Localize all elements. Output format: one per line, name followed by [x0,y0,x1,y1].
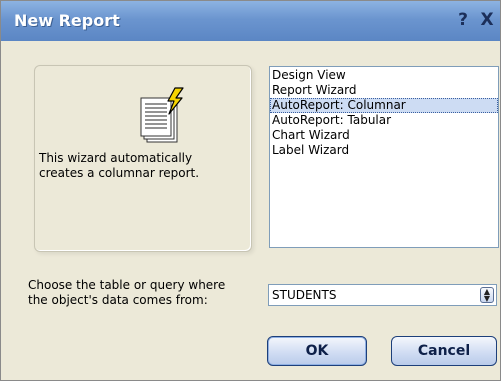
list-item-design-view[interactable]: Design View [270,68,498,83]
dialog-title: New Report [14,11,120,30]
cancel-button[interactable]: Cancel [391,336,497,366]
ok-button[interactable]: OK [267,336,367,366]
help-button[interactable]: ? [452,9,474,31]
report-wizard-icon [140,87,184,143]
description-line: This wizard automatically [39,151,193,165]
list-item-label-wizard[interactable]: Label Wizard [270,143,498,158]
source-table-select[interactable]: STUDENTS ▲ ▼ [268,284,497,306]
list-item-chart-wizard[interactable]: Chart Wizard [270,128,498,143]
description-line: creates a columnar report. [39,166,200,180]
list-item-autoreport-columnar[interactable]: AutoReport: Columnar [270,98,498,113]
prompt-line: the object's data comes from: [28,293,208,307]
close-button[interactable]: X [476,9,498,31]
prompt-line: Choose the table or query where [28,278,226,292]
new-report-dialog: New Report ? X This wizard automatically… [0,0,501,381]
title-bar[interactable]: New Report ? X [1,1,500,41]
source-prompt: Choose the table or query where the obje… [28,278,258,308]
list-item-report-wizard[interactable]: Report Wizard [270,83,498,98]
source-table-value: STUDENTS [272,288,337,302]
dropdown-arrow-icon[interactable]: ▲ ▼ [480,287,494,303]
wizard-list[interactable]: Design View Report Wizard AutoReport: Co… [269,66,499,248]
list-item-autoreport-tabular[interactable]: AutoReport: Tabular [270,113,498,128]
wizard-description: This wizard automatically creates a colu… [39,151,249,181]
wizard-preview-panel: This wizard automatically creates a colu… [34,65,252,252]
